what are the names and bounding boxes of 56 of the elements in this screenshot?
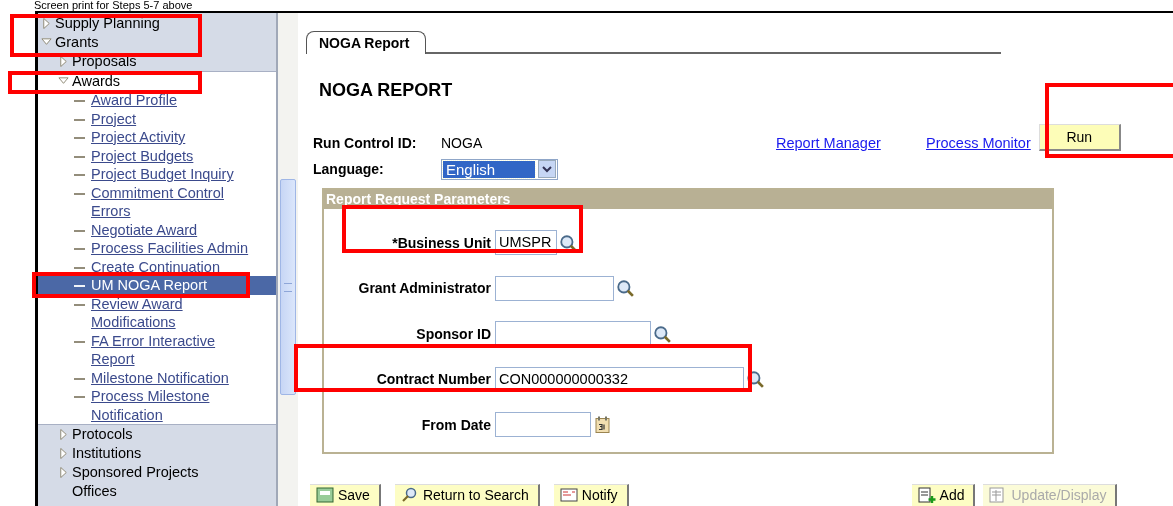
magnifier-icon bbox=[400, 486, 419, 504]
calendar-icon[interactable] bbox=[595, 415, 611, 434]
tab[interactable]: NOGA Report bbox=[306, 31, 427, 54]
field-value: NOGA bbox=[441, 135, 484, 151]
folder-item[interactable]: Sponsored Projects Offices bbox=[72, 463, 242, 500]
caption-text: Screen print for Steps 5-7 above bbox=[34, 0, 193, 11]
menu-item[interactable]: Commitment Control Errors bbox=[38, 183, 276, 221]
folder-item[interactable]: Institutions bbox=[72, 444, 242, 463]
page-plus-icon bbox=[917, 486, 936, 504]
search-icon[interactable] bbox=[653, 324, 671, 343]
folder-item[interactable]: Awards bbox=[72, 72, 242, 91]
field-label: Run Control ID: bbox=[313, 135, 418, 151]
field-label: From Date bbox=[420, 416, 491, 433]
floppy-icon bbox=[316, 486, 334, 504]
field-label: Sponsor ID bbox=[415, 325, 491, 342]
menu-item[interactable]: Award Profile bbox=[38, 91, 276, 110]
menu-item[interactable]: Negotiate Award bbox=[38, 220, 276, 239]
menu-item[interactable]: Project bbox=[38, 109, 276, 128]
toolbar-button[interactable]: Return to Search bbox=[394, 483, 540, 506]
menu-item[interactable]: UM NOGA Report bbox=[38, 276, 276, 295]
link[interactable]: Report Manager bbox=[776, 135, 926, 151]
search-icon[interactable] bbox=[559, 233, 577, 252]
menu-item[interactable]: Milestone Notification bbox=[38, 368, 276, 387]
toolbar-button[interactable]: Notify bbox=[553, 483, 629, 506]
language-dropdown[interactable]: English bbox=[441, 158, 558, 180]
search-icon[interactable] bbox=[746, 370, 764, 389]
folder-item[interactable]: Proposals bbox=[72, 52, 242, 71]
input-field[interactable] bbox=[495, 412, 591, 438]
menu-item[interactable]: FA Error Interactive Report bbox=[38, 331, 276, 369]
run-button[interactable]: Run bbox=[1038, 124, 1121, 151]
toolbar-button[interactable]: Save bbox=[310, 483, 381, 506]
folder-item[interactable]: Protocols bbox=[72, 425, 242, 444]
toolbar-button[interactable]: Add bbox=[911, 483, 976, 506]
link[interactable]: Process Monitor bbox=[926, 135, 1031, 151]
menu-item[interactable]: Review Award Modifications bbox=[38, 294, 276, 332]
menu-item[interactable]: Process Facilities Admin bbox=[38, 239, 276, 258]
menu-item[interactable]: Project Budgets bbox=[38, 146, 276, 165]
menu-item[interactable]: Process Milestone Notification bbox=[38, 387, 276, 424]
input-field[interactable] bbox=[495, 321, 651, 347]
field-label: *Business Unit bbox=[391, 234, 491, 251]
page-title: NOGA REPORT bbox=[319, 80, 454, 101]
scrollbar[interactable] bbox=[278, 13, 298, 506]
field-label: Language: bbox=[313, 161, 385, 177]
folder-item[interactable]: Grants bbox=[55, 33, 225, 52]
folder-item[interactable]: Supply Planning bbox=[55, 14, 225, 33]
field-label: Contract Number bbox=[375, 371, 491, 388]
menu-item[interactable]: Project Budget Inquiry bbox=[38, 165, 276, 184]
input-field[interactable] bbox=[495, 275, 614, 301]
group-header: Report Request Parameters bbox=[324, 190, 1052, 209]
menu-item[interactable]: Create Continuation bbox=[38, 257, 276, 276]
envelope-icon bbox=[559, 486, 578, 504]
input-field[interactable]: UMSPR bbox=[495, 230, 557, 256]
search-icon[interactable] bbox=[616, 279, 634, 298]
field-label: Grant Administrator bbox=[357, 280, 491, 297]
menu-item[interactable]: Project Activity bbox=[38, 128, 276, 147]
scrollbar-thumb[interactable] bbox=[280, 179, 296, 395]
